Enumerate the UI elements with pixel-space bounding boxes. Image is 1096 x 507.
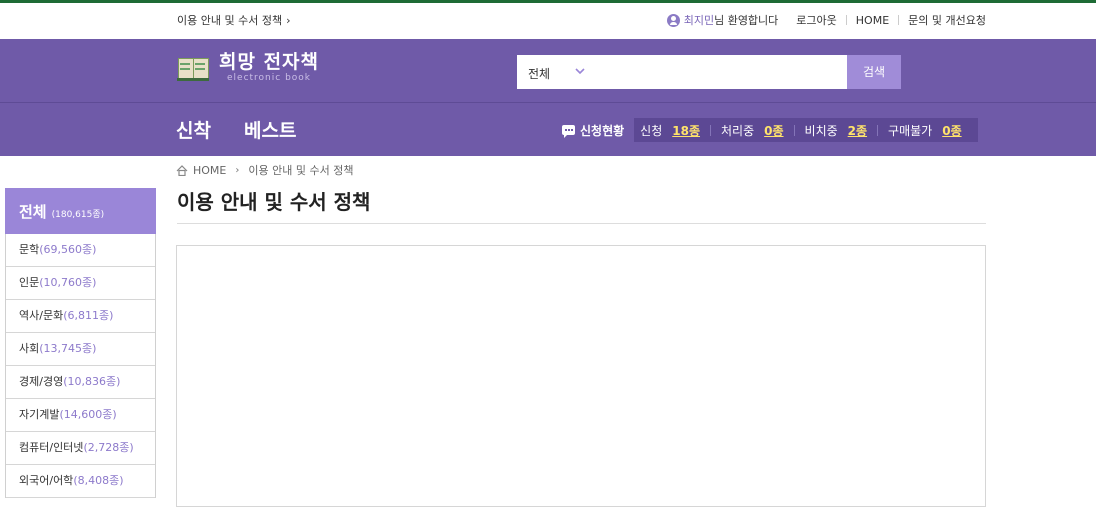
welcome-text: 님 환영합니다 [714,14,779,27]
speech-bubble-icon [562,125,575,138]
category-item[interactable]: 컴퓨터/인터넷(2,728종) [6,432,155,465]
category-item[interactable]: 인문(10,760종) [6,267,155,300]
user-icon [666,13,680,27]
stat-value-processing[interactable]: 0종 [764,122,783,139]
category-count: (13,745종) [39,342,97,355]
chevron-down-icon[interactable] [575,66,585,76]
search-button[interactable]: 검색 [847,55,901,89]
book-logo-icon [177,54,209,82]
category-count: (6,811종) [63,309,114,322]
category-item[interactable]: 자기계발(14,600종) [6,399,155,432]
category-label: 컴퓨터/인터넷 [19,441,84,454]
home-link[interactable]: HOME [856,14,889,27]
category-count: (14,600종) [59,408,117,421]
category-label: 인문 [19,276,40,289]
breadcrumb: HOME › 이용 안내 및 수서 정책 [176,162,353,178]
search-bar: 전체 검색 [517,55,901,89]
category-all-label: 전체 [19,202,47,221]
category-item[interactable]: 외국어/어학(8,408종) [6,465,155,498]
usage-policy-link[interactable]: 이용 안내 및 수서 정책 › [177,12,290,28]
site-header: 희망 전자책 electronic book 전체 검색 [0,39,1096,102]
breadcrumb-current: 이용 안내 및 수서 정책 [248,164,354,177]
category-item[interactable]: 사회(13,745종) [6,333,155,366]
category-label: 문학 [19,243,40,256]
breadcrumb-home[interactable]: HOME [193,164,226,177]
request-status-title: 신청현황 [580,123,625,138]
category-label: 역사/문화 [19,309,64,322]
search-scope-select[interactable]: 전체 [528,65,550,82]
usage-policy-label: 이용 안내 및 수서 정책 [177,14,283,27]
request-status: 신청현황 신청 18종 처리중 0종 비치중 2종 구매불가 0종 [562,118,978,142]
stat-value-stocked[interactable]: 2종 [848,122,867,139]
logo-title: 희망 전자책 [219,51,320,73]
main-nav: 신착 베스트 신청현황 신청 18종 처리중 0종 비치중 2종 구매불가 0종 [0,102,1096,156]
nav-new-arrivals[interactable]: 신착 [176,116,211,143]
category-label: 외국어/어학 [19,474,74,487]
user-menu: 최지민 님 환영합니다 로그아웃 HOME 문의 및 개선요청 [666,12,986,28]
category-item[interactable]: 역사/문화(6,811종) [6,300,155,333]
divider [845,15,847,25]
request-stats: 신청 18종 처리중 0종 비치중 2종 구매불가 0종 [634,118,978,142]
user-name[interactable]: 최지민 [684,12,714,28]
category-count: (10,836종) [63,375,121,388]
chevron-right-icon: › [286,14,291,27]
stat-value-unavailable[interactable]: 0종 [942,122,961,139]
category-label: 경제/경영 [19,375,64,388]
category-label: 자기계발 [19,408,60,421]
page-title: 이용 안내 및 수서 정책 [177,190,371,214]
category-label: 사회 [19,342,40,355]
category-count: (69,560종) [39,243,97,256]
divider [898,15,900,25]
stat-label: 구매불가 [888,123,933,138]
inquiry-link[interactable]: 문의 및 개선요청 [908,12,986,28]
category-item[interactable]: 문학(69,560종) [6,234,155,267]
search-input[interactable]: 전체 [517,55,847,89]
category-sidebar: 전체 (180,615종) 문학(69,560종) 인문(10,760종) 역사… [5,188,156,498]
logo-subtitle: electronic book [227,73,312,83]
logout-link[interactable]: 로그아웃 [796,12,836,28]
chevron-right-icon: › [235,164,240,176]
nav-best[interactable]: 베스트 [244,116,296,143]
content-panel [176,245,986,507]
category-count: (2,728종) [83,441,134,454]
category-list: 문학(69,560종) 인문(10,760종) 역사/문화(6,811종) 사회… [5,234,156,498]
home-icon [176,164,188,176]
divider [177,223,986,224]
stat-value-requested[interactable]: 18종 [672,122,700,139]
stat-label: 비치중 [804,123,838,138]
category-count: (10,760종) [39,276,97,289]
category-all-count: (180,615종) [51,209,105,220]
utility-bar: 이용 안내 및 수서 정책 › 최지민 님 환영합니다 로그아웃 HOME 문의 … [0,3,1096,39]
stat-label: 처리중 [721,123,755,138]
category-item[interactable]: 경제/경영(10,836종) [6,366,155,399]
stat-label: 신청 [640,123,663,138]
category-all[interactable]: 전체 (180,615종) [5,188,156,234]
site-logo[interactable]: 희망 전자책 electronic book [177,52,319,83]
category-count: (8,408종) [73,474,124,487]
